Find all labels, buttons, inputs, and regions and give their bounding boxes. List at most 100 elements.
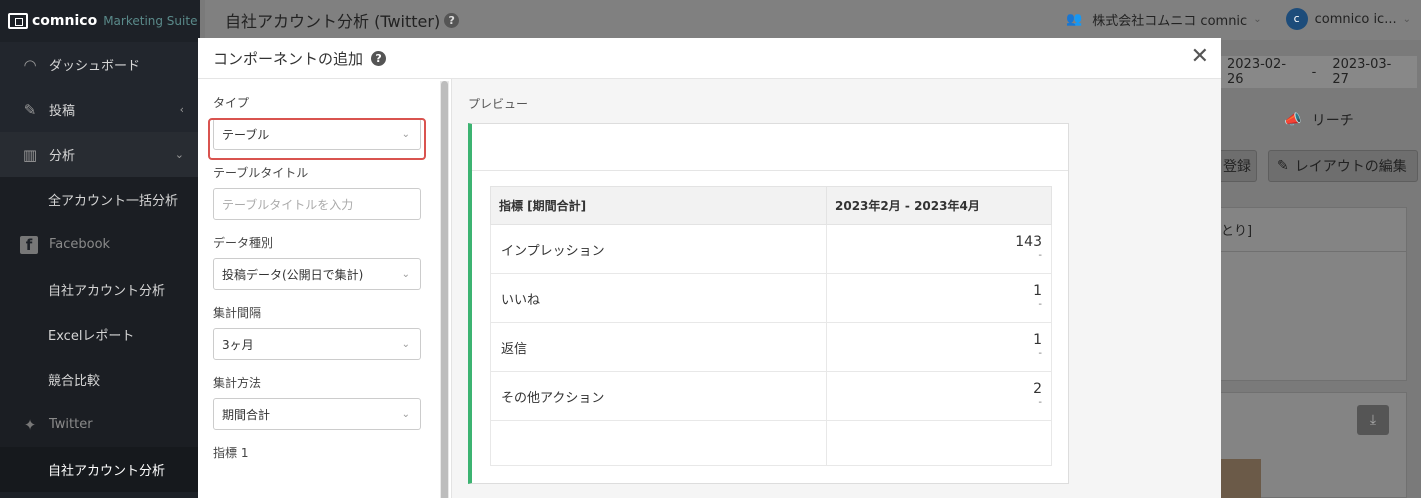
table-row: いいね 1 - xyxy=(490,273,1052,323)
table-header-metric: 指標 [期間合計] xyxy=(490,186,827,225)
metrics-table: 指標 [期間合計] 2023年2月 - 2023年4月 インプレッション 143… xyxy=(490,186,1052,466)
sidebar-item-label: 分析 xyxy=(49,149,76,164)
sidebar-item-facebook[interactable]: f Facebook xyxy=(0,222,200,267)
scrollbar-thumb[interactable] xyxy=(441,81,448,498)
sidebar-item-competitor[interactable]: 競合比較 xyxy=(0,357,200,402)
modal-body: タイプ テーブル ⌄ テーブルタイトル テーブルタイトルを入力 データ種別 投稿… xyxy=(198,79,1221,498)
edit-icon: ✎ xyxy=(1277,158,1289,174)
brand[interactable]: comnico Marketing Suite xyxy=(0,0,200,42)
method-select[interactable]: 期間合計 ⌄ xyxy=(213,398,421,430)
table-header-row: 指標 [期間合計] 2023年2月 - 2023年4月 xyxy=(490,186,1052,225)
modal-header: コンポーネントの追加 ? ✕ xyxy=(198,38,1221,79)
method-group: 集計方法 期間合計 ⌄ xyxy=(213,374,441,430)
edit-layout-button[interactable]: ✎ レイアウトの編集 xyxy=(1268,150,1418,182)
chevron-down-icon: ⌄ xyxy=(174,148,184,161)
method-label: 集計方法 xyxy=(213,376,262,390)
data-kind-value: 投稿データ(公開日で集計) xyxy=(222,267,364,282)
metric-value: 2 xyxy=(1033,381,1042,397)
sidebar-item-label: 自社アカウント分析 xyxy=(48,284,166,299)
sidebar-item-label: 競合比較 xyxy=(48,374,101,389)
help-icon[interactable]: ? xyxy=(444,12,460,28)
table-title-placeholder: テーブルタイトルを入力 xyxy=(222,197,354,212)
method-value: 期間合計 xyxy=(222,407,271,422)
sidebar-item-label: 投稿 xyxy=(49,104,76,119)
sidebar-item-label: Excelレポート xyxy=(48,329,135,344)
table-row: その他アクション 2 - xyxy=(490,371,1052,421)
sidebar-item-label: ダッシュボード xyxy=(49,59,141,74)
interval-value: 3ヶ月 xyxy=(222,337,254,352)
table-title-input[interactable]: テーブルタイトルを入力 xyxy=(213,188,421,220)
metric-value: 1 xyxy=(1033,283,1042,299)
brand-subtitle: Marketing Suite xyxy=(103,14,198,28)
metric-value-cell: 1 - xyxy=(826,322,1052,372)
date-start: 2023-02-26 xyxy=(1227,57,1287,87)
account-area: 👥 株式会社コムニコ comnic ⌄ c comnico ic... ⌄ xyxy=(1066,8,1411,30)
sidebar-item-all-accounts[interactable]: 全アカウント一括分析 xyxy=(0,177,200,222)
data-kind-group: データ種別 投稿データ(公開日で集計) ⌄ xyxy=(213,234,441,290)
metric-name: インプレッション xyxy=(490,224,827,274)
table-title-label: テーブルタイトル xyxy=(213,166,309,180)
data-kind-select[interactable]: 投稿データ(公開日で集計) ⌄ xyxy=(213,258,421,290)
highlight-ring xyxy=(208,118,426,160)
chevron-down-icon: ⌄ xyxy=(401,408,410,420)
pencil-icon: ✎ xyxy=(23,100,37,119)
sidebar-item-dashboard[interactable]: ◠ ダッシュボード xyxy=(0,42,200,87)
background-card-title: とり] xyxy=(1221,208,1406,252)
date-separator: - xyxy=(1311,64,1317,80)
company-name[interactable]: 株式会社コムニコ comnic xyxy=(1092,10,1247,29)
sidebar-item-label: Facebook xyxy=(49,237,111,252)
facebook-icon: f xyxy=(20,235,38,254)
table-row: 返信 1 - xyxy=(490,322,1052,372)
user-name[interactable]: comnico ic... xyxy=(1315,12,1397,27)
interval-label: 集計間隔 xyxy=(213,306,262,320)
preview-pane: プレビュー 指標 [期間合計] 2023年2月 - 2023年4月 インプレッシ… xyxy=(451,79,1221,498)
download-icon[interactable]: ⤓ xyxy=(1357,405,1389,435)
chevron-down-icon: ⌄ xyxy=(1402,13,1411,25)
sidebar-item-label: 全アカウント一括分析 xyxy=(48,194,179,209)
metric-diff: - xyxy=(1038,299,1042,310)
comnico-logo-icon xyxy=(8,13,28,29)
preview-card-title-bar xyxy=(472,124,1068,171)
metric-name: 返信 xyxy=(490,322,827,372)
table-row: インプレッション 143 - xyxy=(490,224,1052,274)
register-button-label: 登録 xyxy=(1223,159,1251,175)
chevron-down-icon: ⌄ xyxy=(401,268,410,280)
tab-label: リーチ xyxy=(1311,113,1354,129)
add-component-modal: コンポーネントの追加 ? ✕ タイプ テーブル ⌄ テーブルタイトル テーブルタ… xyxy=(198,38,1221,498)
empty-cell xyxy=(826,420,1052,466)
sidebar-item-facebook-own-analysis[interactable]: 自社アカウント分析 xyxy=(0,267,200,312)
table-title-group: テーブルタイトル テーブルタイトルを入力 xyxy=(213,164,441,220)
close-icon[interactable]: ✕ xyxy=(1191,46,1209,68)
chevron-down-icon: ⌄ xyxy=(401,338,410,350)
form-pane: タイプ テーブル ⌄ テーブルタイトル テーブルタイトルを入力 データ種別 投稿… xyxy=(198,79,441,498)
empty-cell xyxy=(490,420,827,466)
interval-group: 集計間隔 3ヶ月 ⌄ xyxy=(213,304,441,360)
users-icon: 👥 xyxy=(1066,11,1083,27)
tab-reach[interactable]: 📣 リーチ xyxy=(1221,100,1417,140)
sidebar-item-twitter[interactable]: ✦ Twitter xyxy=(0,402,200,447)
top-bar: 自社アカウント分析 (Twitter) ? 👥 株式会社コムニコ comnic … xyxy=(205,0,1421,40)
form-scrollbar[interactable] xyxy=(440,81,449,498)
interval-select[interactable]: 3ヶ月 ⌄ xyxy=(213,328,421,360)
table-header-period: 2023年2月 - 2023年4月 xyxy=(826,186,1052,225)
register-button[interactable]: 登録 xyxy=(1221,150,1257,182)
page-title: 自社アカウント分析 (Twitter) xyxy=(225,12,441,31)
sidebar-item-excel-report[interactable]: Excelレポート xyxy=(0,312,200,357)
metric-value-cell: 143 - xyxy=(826,224,1052,274)
bar-chart-icon: ▥ xyxy=(22,145,38,164)
table-row-empty xyxy=(490,420,1052,466)
date-range[interactable]: 2023-02-26 - 2023-03-27 xyxy=(1221,56,1417,88)
megaphone-icon: 📣 xyxy=(1284,112,1302,128)
sidebar-item-posts[interactable]: ✎ 投稿 ‹ xyxy=(0,87,200,132)
sidebar-item-twitter-own-analysis[interactable]: 自社アカウント分析 xyxy=(0,447,200,492)
avatar[interactable]: c xyxy=(1285,8,1308,30)
date-end: 2023-03-27 xyxy=(1332,57,1392,87)
sidebar-item-analysis[interactable]: ▥ 分析 ⌄ xyxy=(0,132,200,177)
metric-diff: - xyxy=(1038,348,1042,359)
type-label: タイプ xyxy=(213,96,250,110)
metric-value-cell: 1 - xyxy=(826,273,1052,323)
twitter-icon: ✦ xyxy=(23,415,37,434)
help-icon[interactable]: ? xyxy=(371,50,387,66)
chevron-down-icon: ⌄ xyxy=(1253,13,1262,25)
metric-value: 1 xyxy=(1033,332,1042,348)
